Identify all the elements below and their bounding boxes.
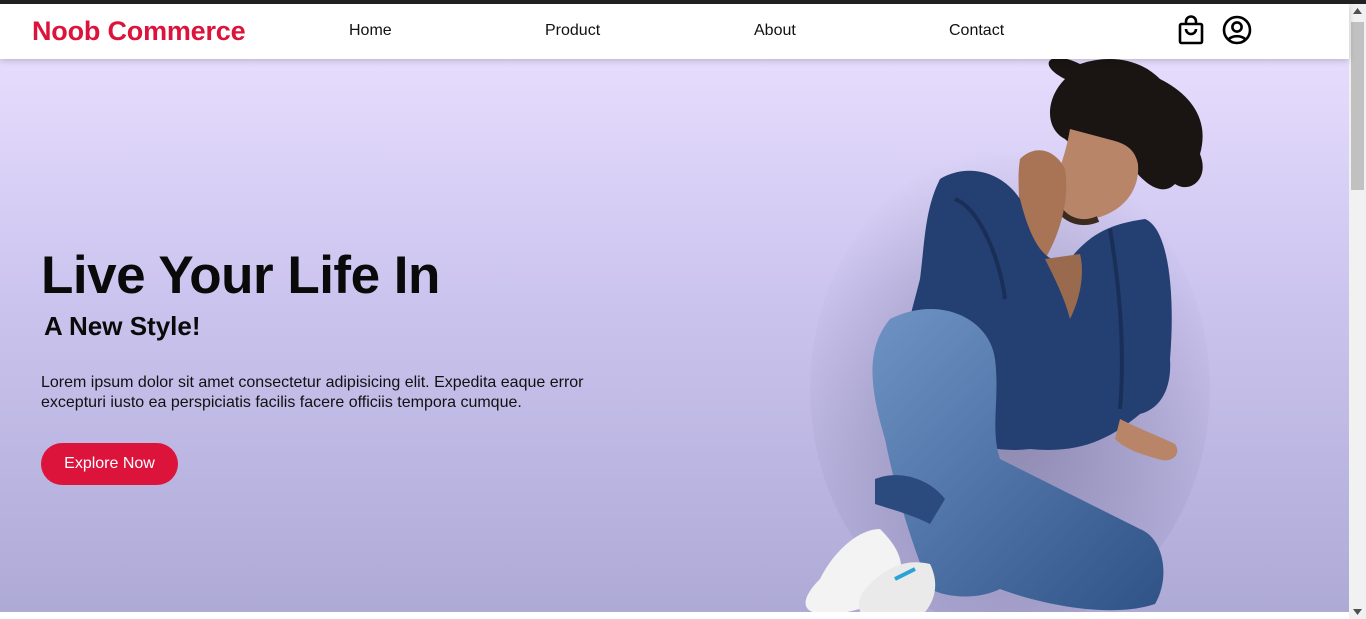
scroll-down-arrow-icon[interactable]: [1349, 605, 1366, 619]
hero-subtitle: A New Style!: [44, 311, 201, 341]
hero-section: Live Your Life In A New Style! Lorem ips…: [0, 59, 1349, 612]
brand-logo[interactable]: Noob Commerce: [32, 16, 246, 47]
hero-description: Lorem ipsum dolor sit amet consectetur a…: [41, 374, 584, 411]
navbar: Noob Commerce Home Product About Contact: [0, 4, 1349, 59]
scrollbar-thumb[interactable]: [1351, 22, 1364, 190]
nav-product-link[interactable]: Product: [545, 22, 600, 40]
hero-title: Live Your Life In: [41, 246, 440, 305]
nav-home-link[interactable]: Home: [349, 22, 392, 40]
nav-about-link[interactable]: About: [754, 22, 796, 40]
vertical-scrollbar[interactable]: [1349, 4, 1366, 619]
page-bottom-strip: [0, 612, 1349, 619]
shopping-bag-icon[interactable]: [1175, 14, 1207, 46]
explore-now-button[interactable]: Explore Now: [41, 443, 178, 485]
user-circle-icon[interactable]: [1221, 14, 1253, 46]
hero-model-image: [805, 59, 1210, 612]
nav-contact-link[interactable]: Contact: [949, 22, 1004, 40]
scroll-up-arrow-icon[interactable]: [1349, 4, 1366, 18]
